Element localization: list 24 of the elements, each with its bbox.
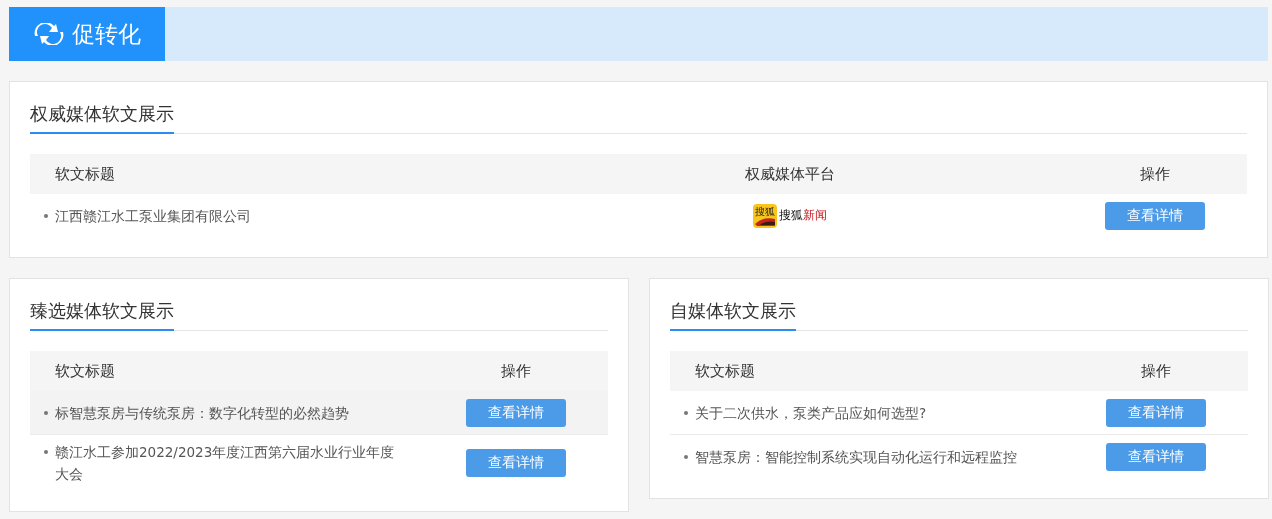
column-header: 软文标题 [30, 351, 424, 391]
column-header: 操作 [424, 351, 608, 391]
section-title: 自媒体软文展示 [670, 295, 796, 331]
article-title: 关于二次供水，泵类产品应如何选型? [684, 401, 927, 424]
view-details-button[interactable]: 查看详情 [466, 449, 566, 477]
view-details-button[interactable]: 查看详情 [1106, 442, 1206, 471]
column-header: 权威媒体平台 [516, 154, 1063, 194]
article-title: 智慧泵房：智能控制系统实现自动化运行和远程监控 [684, 445, 1017, 468]
article-title: 江西赣江水工泵业集团有限公司 [44, 204, 251, 227]
view-details-button[interactable]: 查看详情 [1106, 398, 1206, 427]
article-title: 赣江水工参加2022/2023年度江西第六届水业行业年度大会 [44, 441, 404, 485]
fox-logo-icon: 搜狐 [752, 203, 777, 228]
column-header: 软文标题 [670, 351, 1064, 391]
column-header: 软文标题 [30, 154, 516, 194]
refresh-icon [33, 23, 64, 45]
column-header: 操作 [1064, 351, 1248, 391]
article-title: 标智慧泵房与传统泵房：数字化转型的必然趋势 [44, 401, 349, 424]
view-details-button[interactable]: 查看详情 [466, 398, 566, 427]
section-title: 权威媒体软文展示 [30, 98, 174, 134]
page-title: 促转化 [71, 19, 141, 49]
column-header: 操作 [1063, 154, 1247, 194]
section-title: 臻选媒体软文展示 [30, 295, 174, 331]
view-details-button[interactable]: 查看详情 [1105, 201, 1205, 230]
platform-name: 搜狐新闻 [778, 207, 827, 224]
